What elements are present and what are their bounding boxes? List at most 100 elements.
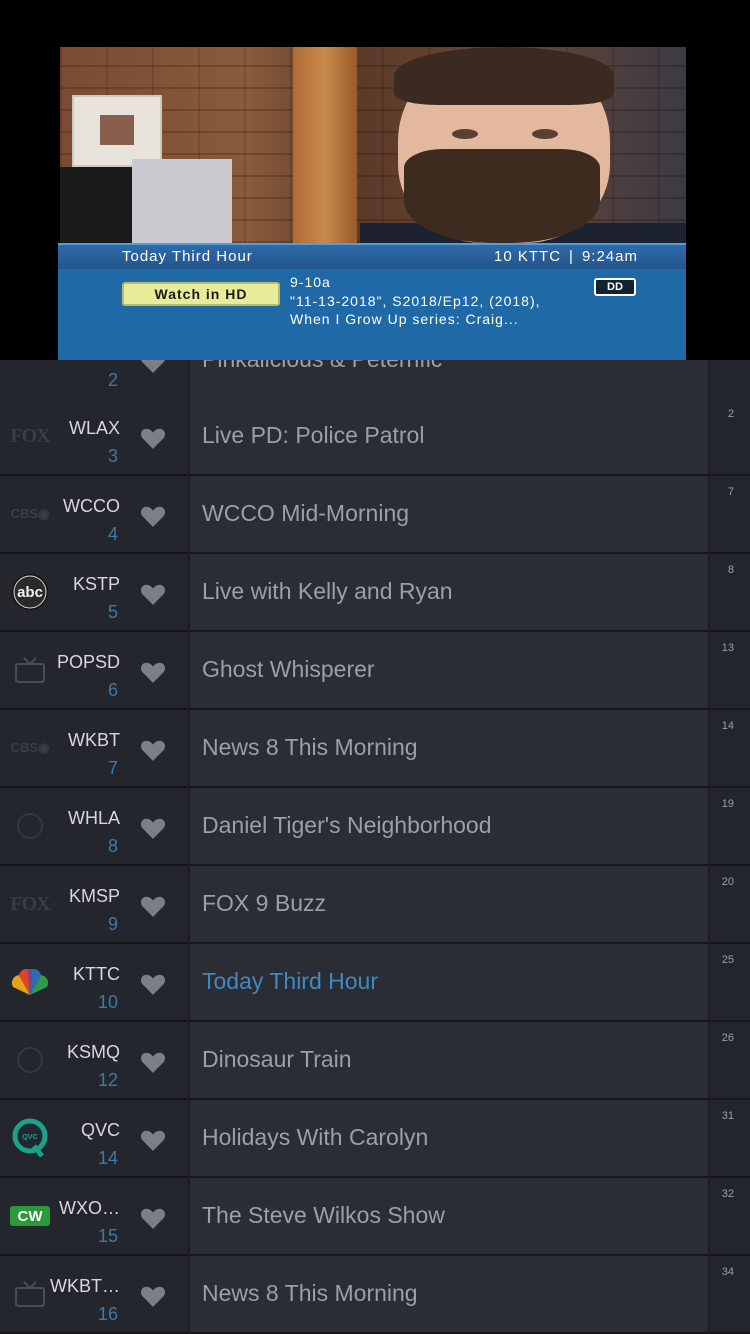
- program-title: Pinkalicious & Peterrific: [202, 360, 442, 373]
- channel-cell[interactable]: POPSD 6: [0, 632, 188, 710]
- channel-cell[interactable]: FOX KMSP 9: [0, 866, 188, 944]
- osd-program-title: Today Third Hour: [122, 248, 253, 265]
- channel-cell[interactable]: WHLA 8: [0, 788, 188, 866]
- channel-cell[interactable]: CBS◉ WCCO 4: [0, 476, 188, 554]
- next-column-cell[interactable]: 26: [710, 1022, 750, 1100]
- next-column-cell[interactable]: 31: [710, 1100, 750, 1178]
- program-cell[interactable]: Today Third Hour: [190, 944, 708, 1022]
- favorite-heart-icon[interactable]: [140, 894, 166, 918]
- channel-cell[interactable]: 2: [0, 360, 188, 400]
- favorite-heart-icon[interactable]: [140, 360, 166, 374]
- program-cell[interactable]: Daniel Tiger's Neighborhood: [190, 788, 708, 866]
- guide-row[interactable]: KTTC 10 Today Third Hour 25: [0, 944, 750, 1022]
- channel-logo: [8, 808, 52, 844]
- program-cell[interactable]: FOX 9 Buzz: [190, 866, 708, 944]
- favorite-heart-icon[interactable]: [140, 660, 166, 684]
- channel-number: 16: [97, 1304, 118, 1324]
- program-title: Ghost Whisperer: [202, 656, 375, 682]
- program-cell[interactable]: Ghost Whisperer: [190, 632, 708, 710]
- program-cell[interactable]: The Steve Wilkos Show: [190, 1178, 708, 1256]
- channel-callsign: WKBT: [68, 730, 120, 750]
- next-column-cell[interactable]: 19: [710, 788, 750, 866]
- favorite-heart-icon[interactable]: [140, 738, 166, 762]
- program-title: Holidays With Carolyn: [202, 1124, 429, 1150]
- channel-number: 5: [107, 602, 118, 622]
- favorite-heart-icon[interactable]: [140, 1206, 166, 1230]
- favorite-heart-icon[interactable]: [140, 426, 166, 450]
- channel-logo: [8, 1042, 52, 1078]
- program-cell[interactable]: WCCO Mid-Morning: [190, 476, 708, 554]
- guide-row[interactable]: CBS◉ WCCO 4 WCCO Mid-Morning 7: [0, 476, 750, 554]
- favorite-heart-icon[interactable]: [140, 1284, 166, 1308]
- next-column-cell[interactable]: 20: [710, 866, 750, 944]
- next-column-cell[interactable]: 25: [710, 944, 750, 1022]
- program-cell[interactable]: Pinkalicious & Peterrific: [190, 360, 708, 400]
- svg-text:QVC: QVC: [22, 1134, 37, 1141]
- program-cell[interactable]: Dinosaur Train: [190, 1022, 708, 1100]
- tv-icon: [15, 657, 45, 683]
- osd-channel: 10 KTTC: [494, 248, 562, 265]
- guide-row[interactable]: WKBT… 16 News 8 This Morning 34: [0, 1256, 750, 1334]
- qvc-logo-icon: QVC: [12, 1118, 48, 1158]
- favorite-heart-icon[interactable]: [140, 972, 166, 996]
- favorite-heart-icon[interactable]: [140, 1050, 166, 1074]
- program-cell[interactable]: Live PD: Police Patrol: [190, 398, 708, 476]
- favorite-heart-icon[interactable]: [140, 504, 166, 528]
- channel-number: 4: [107, 524, 118, 544]
- video-player[interactable]: Today Third Hour 10 KTTC | 9:24am Watch in…: [0, 0, 750, 360]
- guide-row[interactable]: abc KSTP 5 Live with Kelly and Ryan 8: [0, 554, 750, 632]
- guide-row[interactable]: FOX WLAX 3 Live PD: Police Patrol 2: [0, 398, 750, 476]
- guide-row[interactable]: FOX KMSP 9 FOX 9 Buzz 20: [0, 866, 750, 944]
- next-column-cell[interactable]: 34: [710, 1256, 750, 1334]
- channel-callsign: WKBT…: [50, 1276, 120, 1296]
- channel-cell[interactable]: abc KSTP 5: [0, 554, 188, 632]
- program-title: News 8 This Morning: [202, 734, 418, 760]
- channel-cell[interactable]: CW WXO… 15: [0, 1178, 188, 1256]
- watch-in-hd-button[interactable]: Watch in HD: [122, 282, 280, 306]
- program-cell[interactable]: Holidays With Carolyn: [190, 1100, 708, 1178]
- next-column-number: 32: [721, 1188, 734, 1200]
- guide-row[interactable]: CW WXO… 15 The Steve Wilkos Show 32: [0, 1178, 750, 1256]
- video-frame[interactable]: [60, 47, 686, 243]
- program-title: WCCO Mid-Morning: [202, 500, 410, 526]
- favorite-heart-icon[interactable]: [140, 582, 166, 606]
- favorite-heart-icon[interactable]: [140, 816, 166, 840]
- guide-row-partial[interactable]: 2 Pinkalicious & Peterrific: [0, 360, 750, 400]
- guide-row[interactable]: QVC QVC 14 Holidays With Carolyn 31: [0, 1100, 750, 1178]
- channel-number: 14: [97, 1148, 118, 1168]
- pbs-logo-icon: [17, 1047, 43, 1073]
- channel-logo: [8, 1276, 52, 1312]
- channel-cell[interactable]: KSMQ 12: [0, 1022, 188, 1100]
- channel-logo: FOX: [8, 418, 52, 454]
- guide-row[interactable]: KSMQ 12 Dinosaur Train 26: [0, 1022, 750, 1100]
- cw-logo-icon: CW: [10, 1206, 50, 1226]
- program-cell[interactable]: Live with Kelly and Ryan: [190, 554, 708, 632]
- favorite-heart-icon[interactable]: [140, 1128, 166, 1152]
- next-column-cell[interactable]: 2: [710, 398, 750, 476]
- guide-row[interactable]: CBS◉ WKBT 7 News 8 This Morning 14: [0, 710, 750, 788]
- channel-guide-list[interactable]: 2 Pinkalicious & Peterrific FOX WLAX 3 Live…: [0, 360, 750, 1334]
- channel-cell[interactable]: KTTC 10: [0, 944, 188, 1022]
- next-column-cell[interactable]: 14: [710, 710, 750, 788]
- osd-channel-clock: 10 KTTC | 9:24am: [494, 245, 638, 269]
- next-column-number: 26: [721, 1032, 734, 1044]
- person-left-eye: [452, 129, 478, 139]
- channel-callsign: KMSP: [68, 886, 120, 906]
- channel-callsign: KTTC: [73, 964, 120, 984]
- guide-row[interactable]: WHLA 8 Daniel Tiger's Neighborhood 19: [0, 788, 750, 866]
- channel-cell[interactable]: WKBT… 16: [0, 1256, 188, 1334]
- channel-cell[interactable]: QVC QVC 14: [0, 1100, 188, 1178]
- osd-description-line2: When I Grow Up series: Craig...: [290, 311, 519, 327]
- next-column-cell[interactable]: 13: [710, 632, 750, 710]
- next-column-cell[interactable]: 32: [710, 1178, 750, 1256]
- next-column-cell[interactable]: 7: [710, 476, 750, 554]
- program-cell[interactable]: News 8 This Morning: [190, 710, 708, 788]
- picture-frame: [72, 95, 162, 167]
- channel-cell[interactable]: FOX WLAX 3: [0, 398, 188, 476]
- guide-row[interactable]: POPSD 6 Ghost Whisperer 13: [0, 632, 750, 710]
- program-title: Live PD: Police Patrol: [202, 422, 425, 448]
- svg-text:CW: CW: [18, 1208, 44, 1225]
- program-cell[interactable]: News 8 This Morning: [190, 1256, 708, 1334]
- channel-cell[interactable]: CBS◉ WKBT 7: [0, 710, 188, 788]
- next-column-cell[interactable]: 8: [710, 554, 750, 632]
